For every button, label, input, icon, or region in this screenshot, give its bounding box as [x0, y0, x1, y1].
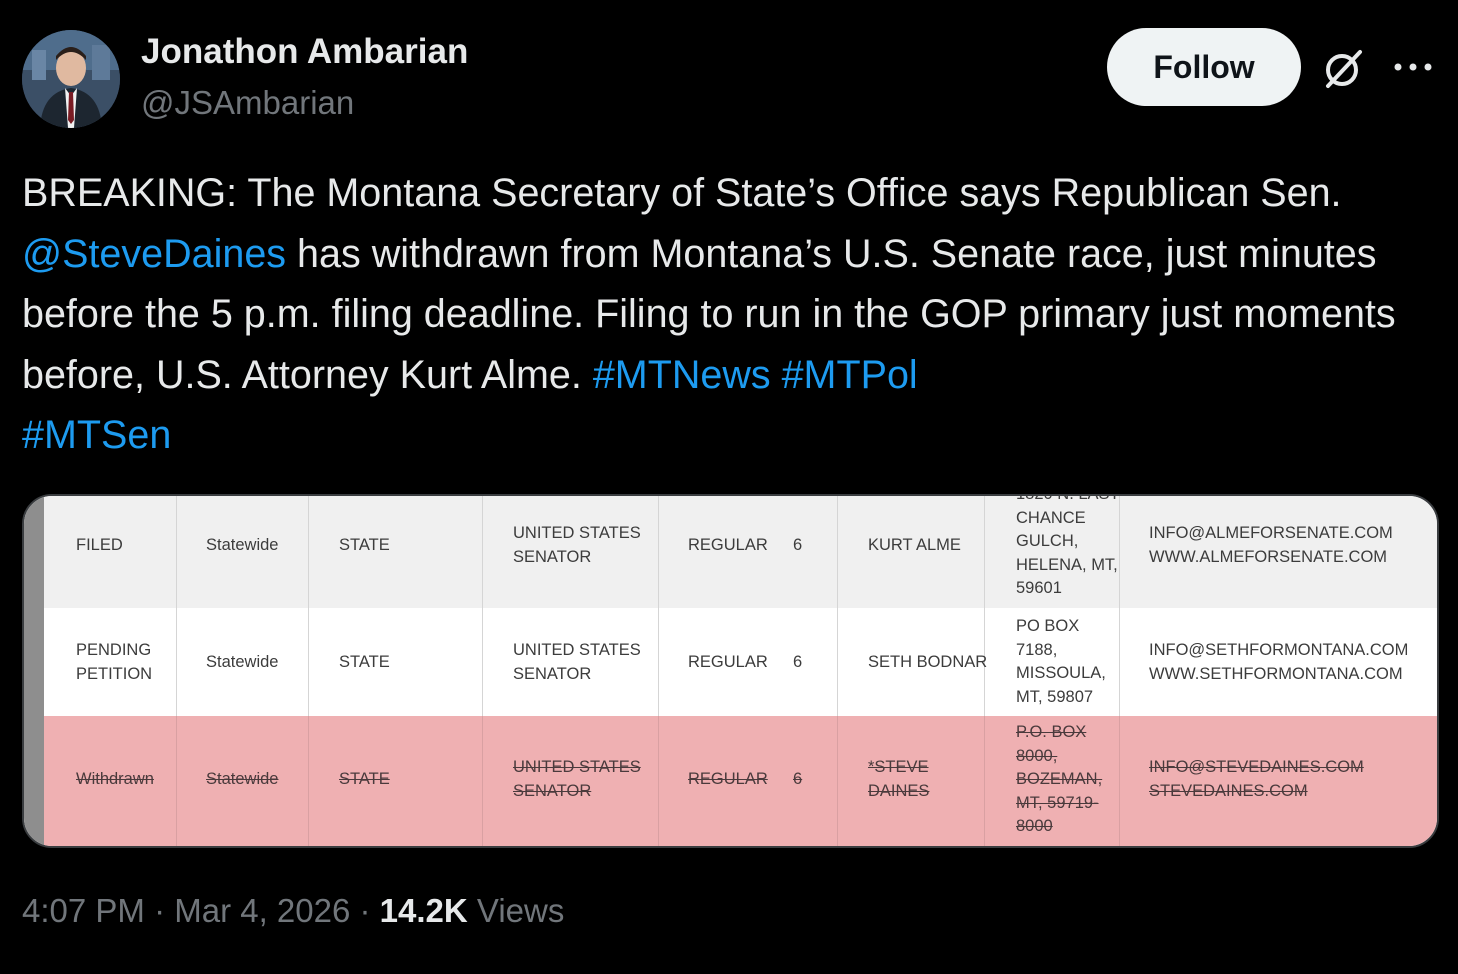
cell-election: REGULAR [688, 770, 768, 788]
avatar[interactable] [22, 30, 120, 128]
tweet-text-part: BREAKING: The Montana Secretary of State… [22, 171, 1342, 215]
cell-contact: INFO@ALMEFORSENATE.COM WWW.ALMEFORSENATE… [1149, 524, 1393, 566]
more-icon[interactable] [1390, 50, 1436, 84]
hashtag-link[interactable]: #MTNews [593, 353, 771, 397]
cell-address: 1820 N. LAST CHANCE GULCH, HELENA, MT, 5… [1016, 494, 1120, 597]
cell-candidate: *STEVE DAINES [868, 758, 930, 800]
cell-status: FILED [76, 536, 123, 554]
cell-district: Statewide [206, 536, 279, 554]
tweet-text: BREAKING: The Montana Secretary of State… [22, 163, 1442, 466]
cell-election: REGULAR [688, 653, 768, 671]
cell-candidate: KURT ALME [868, 536, 961, 554]
cell-status: Withdrawn [76, 770, 154, 788]
cell-district: Statewide [206, 770, 279, 788]
cell-contact: INFO@STEVEDAINES.COM STEVEDAINES.COM [1149, 758, 1364, 800]
author-handle[interactable]: @JSAmbarian [141, 84, 354, 122]
cell-term: 6 [793, 536, 803, 554]
cell-election: REGULAR [688, 536, 768, 554]
table-row: PENDING PETITION Statewide STATE UNITED … [44, 608, 1437, 716]
mention-link[interactable]: @SteveDaines [22, 232, 286, 276]
tweet-meta: 4:07 PM · Mar 4, 2026 · 14.2K Views [22, 892, 565, 929]
cell-candidate: SETH BODNAR [868, 653, 988, 671]
table-left-bar [24, 496, 44, 846]
cell-level: STATE [339, 653, 390, 671]
hashtag-link[interactable]: #MTSen [22, 413, 171, 457]
cell-level: STATE [339, 770, 390, 788]
attached-table-image[interactable]: FILED Statewide STATE UNITED STATES SENA… [22, 494, 1439, 848]
cell-contact: INFO@SETHFORMONTANA.COM WWW.SETHFORMONTA… [1149, 641, 1409, 683]
cell-address: PO BOX 7188, MISSOULA, MT, 59807 [1016, 617, 1106, 706]
tweet-time[interactable]: 4:07 PM [22, 892, 145, 929]
author-name[interactable]: Jonathon Ambarian [141, 32, 468, 72]
table-row-withdrawn: Withdrawn Statewide STATE UNITED STATES … [44, 716, 1437, 846]
follow-button[interactable]: Follow [1107, 28, 1301, 106]
cell-district: Statewide [206, 653, 279, 671]
tweet-date[interactable]: Mar 4, 2026 [174, 892, 350, 929]
hashtag-link[interactable]: #MTPol [782, 353, 918, 397]
cell-level: STATE [339, 536, 390, 554]
views-count: 14.2K [379, 892, 468, 929]
grok-icon[interactable] [1318, 44, 1368, 94]
table-row: FILED Statewide STATE UNITED STATES SENA… [44, 496, 1437, 608]
cell-term: 6 [793, 770, 803, 788]
avatar-image [22, 30, 120, 128]
cell-address: P.O. BOX 8000, BOZEMAN, MT, 59719- 8000 [1016, 723, 1103, 835]
cell-office: UNITED STATES SENATOR [513, 758, 641, 800]
views-label: Views [476, 892, 565, 929]
cell-status: PENDING PETITION [76, 641, 153, 683]
cell-term: 6 [793, 653, 803, 671]
cell-office: UNITED STATES SENATOR [513, 641, 641, 683]
cell-office: UNITED STATES SENATOR [513, 524, 641, 566]
